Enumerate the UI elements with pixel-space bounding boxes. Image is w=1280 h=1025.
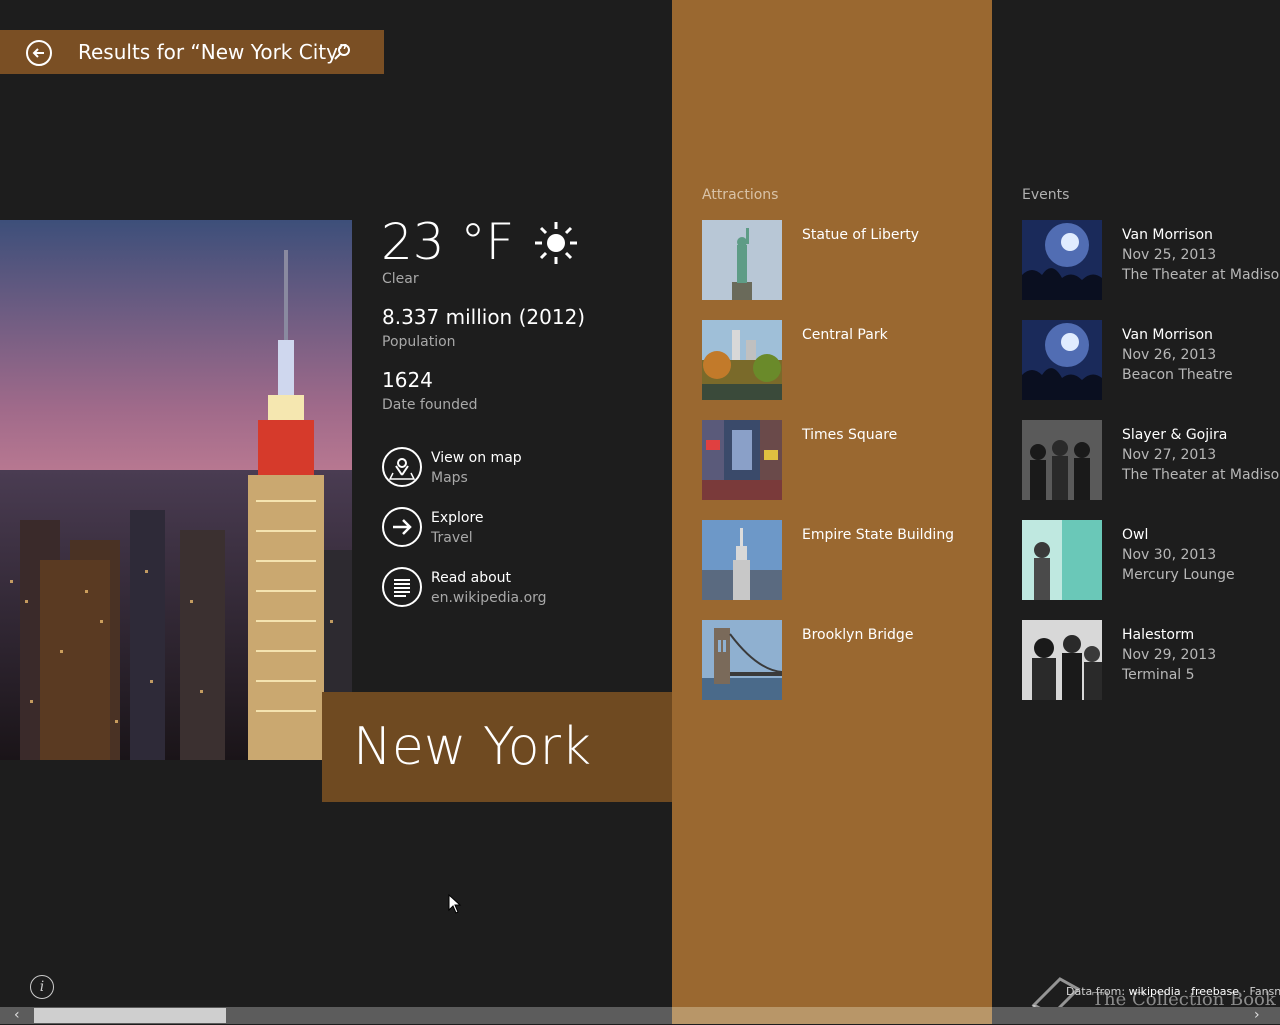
population-label: Population xyxy=(382,334,456,350)
scroll-left-icon[interactable]: ‹ xyxy=(14,1007,20,1024)
event-venue: The Theater at Madison... xyxy=(1122,267,1280,283)
event-item[interactable]: Van Morrison Nov 26, 2013 Beacon Theatre xyxy=(1022,320,1280,400)
event-date: Nov 26, 2013 xyxy=(1122,347,1217,363)
brooklyn-bridge-thumbnail xyxy=(702,620,782,700)
data-attribution: Data from: wikipedia · freebase · Fansna… xyxy=(1066,985,1280,999)
slayer-gojira-band-thumbnail xyxy=(1022,420,1102,500)
event-artist: Owl xyxy=(1122,527,1149,543)
search-icon[interactable] xyxy=(333,43,351,65)
event-artist: Van Morrison xyxy=(1122,227,1213,243)
action-subtitle: en.wikipedia.org xyxy=(431,590,547,606)
statue-of-liberty-thumbnail xyxy=(702,220,782,300)
event-date: Nov 27, 2013 xyxy=(1122,447,1217,463)
temperature-value: 23 °F xyxy=(381,213,515,271)
attractions-panel xyxy=(672,0,992,1024)
action-subtitle: Maps xyxy=(431,470,468,486)
event-venue: Terminal 5 xyxy=(1122,667,1195,683)
separator: · xyxy=(1242,985,1247,998)
owl-city-thumbnail xyxy=(1022,520,1102,600)
city-hero-image xyxy=(0,220,352,760)
arrow-right-icon xyxy=(382,507,422,547)
search-results-title[interactable]: Results for “New York City” xyxy=(78,40,348,64)
event-artist: Van Morrison xyxy=(1122,327,1213,343)
weather-condition: Clear xyxy=(382,271,419,287)
event-venue: Beacon Theatre xyxy=(1122,367,1233,383)
event-item[interactable]: Halestorm Nov 29, 2013 Terminal 5 xyxy=(1022,620,1280,700)
action-read-about[interactable]: Read about en.wikipedia.org xyxy=(382,567,642,609)
city-title: New York xyxy=(353,717,592,777)
event-item[interactable]: Van Morrison Nov 25, 2013 The Theater at… xyxy=(1022,220,1280,300)
sun-icon xyxy=(533,220,579,270)
data-from-label: Data from: xyxy=(1066,985,1126,998)
scroll-right-icon[interactable]: › xyxy=(1254,1007,1260,1024)
van-morrison-concert-thumbnail xyxy=(1022,320,1102,400)
separator: · xyxy=(1184,985,1188,998)
attractions-header[interactable]: Attractions xyxy=(702,186,778,204)
attraction-name: Brooklyn Bridge xyxy=(802,627,914,643)
action-title: View on map xyxy=(431,450,522,466)
event-date: Nov 25, 2013 xyxy=(1122,247,1217,263)
scrollbar-thumb[interactable] xyxy=(34,1008,226,1023)
attraction-name: Statue of Liberty xyxy=(802,227,920,243)
back-button[interactable] xyxy=(26,40,52,66)
attraction-item[interactable]: Brooklyn Bridge xyxy=(702,620,982,700)
founded-value: 1624 xyxy=(382,368,433,392)
event-artist: Halestorm xyxy=(1122,627,1195,643)
events-header[interactable]: Events xyxy=(1022,186,1069,204)
scrollbar-track-accent xyxy=(672,1007,992,1024)
event-date: Nov 30, 2013 xyxy=(1122,547,1217,563)
source-link-wikipedia[interactable]: wikipedia xyxy=(1129,985,1181,998)
action-view-on-map[interactable]: View on map Maps xyxy=(382,447,642,489)
attraction-name: Empire State Building xyxy=(802,527,955,543)
attraction-item[interactable]: Empire State Building xyxy=(702,520,982,600)
attraction-name: Central Park xyxy=(802,327,888,343)
source-link-fansnap[interactable]: Fansnap xyxy=(1250,985,1280,998)
event-item[interactable]: Owl Nov 30, 2013 Mercury Lounge xyxy=(1022,520,1280,600)
event-venue: The Theater at Madison... xyxy=(1122,467,1280,483)
attraction-item[interactable]: Statue of Liberty xyxy=(702,220,982,300)
population-value: 8.337 million (2012) xyxy=(382,305,586,329)
action-subtitle: Travel xyxy=(431,530,473,546)
info-icon[interactable]: i xyxy=(30,975,54,999)
action-title: Explore xyxy=(431,510,484,526)
times-square-thumbnail xyxy=(702,420,782,500)
attraction-item[interactable]: Times Square xyxy=(702,420,982,500)
action-title: Read about xyxy=(431,570,512,586)
source-link-freebase[interactable]: freebase xyxy=(1191,985,1239,998)
back-arrow-icon xyxy=(32,48,44,58)
event-item[interactable]: Slayer & Gojira Nov 27, 2013 The Theater… xyxy=(1022,420,1280,500)
founded-label: Date founded xyxy=(382,397,478,413)
map-pin-icon xyxy=(382,447,422,487)
mouse-cursor-icon xyxy=(448,893,462,918)
attraction-item[interactable]: Central Park xyxy=(702,320,982,400)
event-artist: Slayer & Gojira xyxy=(1122,427,1228,443)
event-venue: Mercury Lounge xyxy=(1122,567,1235,583)
event-date: Nov 29, 2013 xyxy=(1122,647,1217,663)
attraction-name: Times Square xyxy=(802,427,898,443)
halestorm-band-thumbnail xyxy=(1022,620,1102,700)
central-park-thumbnail xyxy=(702,320,782,400)
empire-state-building-thumbnail xyxy=(702,520,782,600)
van-morrison-concert-thumbnail xyxy=(1022,220,1102,300)
document-icon xyxy=(382,567,422,607)
action-explore[interactable]: Explore Travel xyxy=(382,507,642,549)
